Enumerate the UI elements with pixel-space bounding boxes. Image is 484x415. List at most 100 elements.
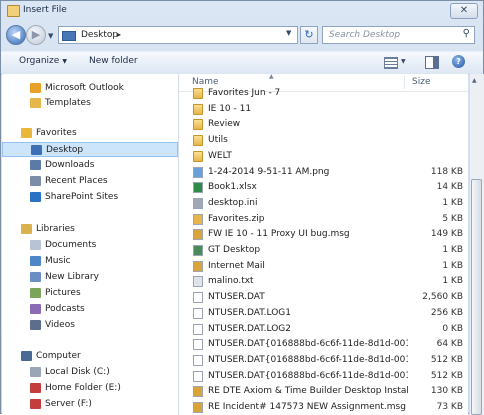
file-size: 512 KB (430, 354, 463, 365)
libraries-icon (21, 224, 32, 234)
file-row[interactable]: malino.txt 1 KB (179, 273, 468, 289)
sidebar-item-label: Documents (45, 240, 97, 250)
sidebar-item-computer[interactable]: Computer (2, 349, 178, 364)
navigation-bar: ◀ ▶ ▼ Desktop ▸ ▼ ↻ Search Desktop ⚲ (1, 23, 483, 49)
organize-button[interactable]: Organize ▼ (19, 56, 67, 66)
back-button[interactable]: ◀ (6, 25, 26, 45)
mail-icon (193, 402, 203, 413)
chevron-down-icon[interactable]: ▼ (401, 58, 406, 65)
new-folder-button[interactable]: New folder (89, 56, 138, 66)
close-button[interactable]: ✕ (450, 3, 478, 19)
folder-icon (7, 5, 20, 17)
file-row[interactable]: NTUSER.DAT{016888bd-6c6f-11de-8d1d-001e0… (179, 336, 468, 352)
sidebar-item-podcasts[interactable]: Podcasts (2, 302, 178, 317)
sidebar-item-music[interactable]: Music (2, 254, 178, 269)
sidebar-item-label: Favorites (36, 128, 77, 138)
sidebar-item-desktop[interactable]: Desktop (2, 142, 178, 157)
file-row[interactable]: NTUSER.DAT{016888bd-6c6f-11de-8d1d-001e0… (179, 352, 468, 368)
preview-pane-icon[interactable] (425, 56, 439, 69)
vertical-scrollbar[interactable]: ▲ (469, 74, 484, 415)
file-row[interactable]: NTUSER.DAT 2,560 KB (179, 289, 468, 305)
file-name: malino.txt (208, 276, 254, 287)
file-row[interactable]: Internet Mail 1 KB (179, 258, 468, 274)
recent-pages-dropdown[interactable]: ▼ (48, 32, 53, 40)
sidebar-item-label: Podcasts (45, 304, 85, 314)
file-name: NTUSER.DAT.LOG2 (208, 323, 292, 334)
sidebar-item-local-disk-c[interactable]: Local Disk (C:) (2, 365, 178, 380)
sidebar-item-downloads[interactable]: Downloads (2, 158, 178, 173)
folder-icon (193, 88, 203, 99)
file-list: ▲ Name Size Favorites Jun - 7 IE 10 - 11 R… (179, 74, 468, 415)
file-row[interactable]: Favorites Jun - 7 (179, 85, 468, 101)
refresh-button[interactable]: ↻ (300, 26, 318, 44)
sidebar-item-pictures[interactable]: Pictures (2, 286, 178, 301)
file-size: 1 KB (442, 197, 463, 208)
file-row[interactable]: NTUSER.DAT{016888bd-6c6f-11de-8d1d-001e0… (179, 368, 468, 384)
image-file-icon (193, 166, 203, 178)
sidebar-item-documents[interactable]: Documents (2, 238, 178, 253)
file-size: 256 KB (430, 307, 463, 318)
sidebar-item-new-library[interactable]: New Library (2, 270, 178, 285)
file-row[interactable]: Review (179, 116, 468, 132)
file-row[interactable]: Book1.xlsx 14 KB (179, 179, 468, 195)
sidebar-item-sharepoint-sites[interactable]: SharePoint Sites (2, 190, 178, 205)
document-icon (193, 307, 203, 319)
search-icon[interactable]: ⚲ (463, 28, 470, 39)
organize-label: Organize (19, 56, 60, 66)
breadcrumb-separator[interactable]: ▸ (117, 30, 121, 39)
file-row[interactable]: NTUSER.DAT.LOG1 256 KB (179, 305, 468, 321)
file-size: 2,560 KB (422, 292, 463, 303)
file-row[interactable]: 1-24-2014 9-51-11 AM.png 118 KB (179, 164, 468, 180)
zip-folder-icon (193, 213, 203, 225)
help-icon[interactable]: ? (452, 55, 465, 68)
address-dropdown[interactable]: ▼ (286, 29, 291, 37)
file-name: NTUSER.DAT (208, 292, 265, 303)
sidebar-item-templates[interactable]: Templates (2, 96, 178, 111)
file-row[interactable]: RE DTE Axiom & Time Builder Desktop Inst… (179, 383, 468, 399)
podcasts-icon (30, 304, 41, 314)
file-row[interactable]: IE 10 - 11 (179, 101, 468, 117)
file-size: 0 KB (442, 323, 463, 334)
folder-icon (193, 119, 203, 131)
recent-places-icon (30, 176, 41, 186)
sharepoint-icon (30, 192, 41, 202)
file-row[interactable]: Favorites.zip 5 KB (179, 211, 468, 227)
scrollbar-thumb[interactable] (471, 179, 482, 415)
file-row[interactable]: NTUSER.DAT.LOG2 0 KB (179, 321, 468, 337)
file-row[interactable]: WELT (179, 148, 468, 164)
sidebar-item-home-folder-e[interactable]: Home Folder (E:) (2, 381, 178, 396)
sidebar-item-favorites[interactable]: Favorites (2, 126, 178, 141)
desktop-icon (62, 31, 76, 41)
file-name: Book1.xlsx (208, 182, 257, 193)
file-row[interactable]: RE Incident# 147573 NEW Assignment.msg 73… (179, 399, 468, 415)
address-path-desktop[interactable]: Desktop (81, 30, 118, 40)
address-bar[interactable]: Desktop ▸ (58, 26, 298, 44)
views-icon[interactable] (384, 57, 398, 69)
chevron-down-icon: ▼ (62, 58, 67, 65)
file-name: Internet Mail (208, 260, 265, 271)
insert-file-dialog: Insert File ✕ ◀ ▶ ▼ Desktop ▸ ▼ ↻ Search… (0, 0, 484, 415)
file-name: GT Desktop (208, 245, 261, 255)
file-row[interactable]: desktop.ini 1 KB (179, 195, 468, 211)
sidebar-item-libraries[interactable]: Libraries (2, 222, 178, 237)
sidebar-item-label: Desktop (46, 145, 84, 155)
excel-file-icon (193, 182, 203, 194)
file-row[interactable]: Utils (179, 132, 468, 148)
sidebar-item-microsoft-outlook[interactable]: Microsoft Outlook (2, 81, 178, 96)
sidebar-item-label: Home Folder (E:) (45, 383, 121, 393)
computer-icon (21, 351, 32, 361)
file-row[interactable]: GT Desktop 1 KB (179, 242, 468, 258)
file-name: NTUSER.DAT{016888bd-6c6f-11de-8d1d-001e0… (208, 339, 408, 350)
file-row[interactable]: FW IE 10 - 11 Proxy UI bug.msg 149 KB (179, 226, 468, 242)
search-input[interactable]: Search Desktop ⚲ (322, 26, 475, 44)
sidebar-item-server-f[interactable]: Server (F:) (2, 397, 178, 412)
scroll-up-icon[interactable]: ▲ (472, 77, 477, 84)
star-icon (21, 128, 32, 138)
sort-indicator-icon: ▲ (269, 74, 274, 80)
sidebar-item-label: Recent Places (45, 176, 108, 186)
navigation-pane: Microsoft Outlook Templates Favorites Deskt… (2, 74, 179, 415)
sidebar-item-recent-places[interactable]: Recent Places (2, 174, 178, 189)
sidebar-item-videos[interactable]: Videos (2, 318, 178, 333)
forward-button[interactable]: ▶ (26, 25, 46, 45)
shortcut-icon (193, 245, 203, 256)
